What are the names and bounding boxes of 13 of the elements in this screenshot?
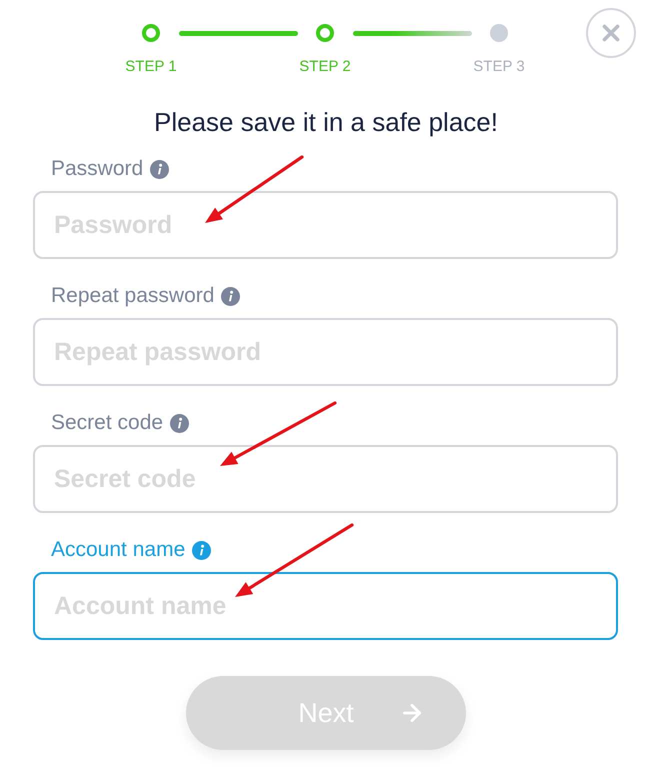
step-label: STEP 1	[125, 57, 177, 77]
close-button[interactable]	[586, 8, 636, 58]
info-icon[interactable]	[150, 160, 170, 178]
field-label: Repeat password	[51, 284, 214, 308]
step-label: STEP 3	[473, 57, 525, 77]
info-icon[interactable]	[192, 540, 212, 560]
field-label: Password	[51, 157, 144, 181]
field-label: Secret code	[51, 411, 164, 435]
info-icon[interactable]	[221, 286, 240, 306]
heading: Please save it in a safe place!	[154, 107, 498, 137]
field-label: Account name	[51, 538, 186, 562]
step-label: STEP 2	[299, 57, 351, 77]
info-icon[interactable]	[170, 414, 190, 432]
